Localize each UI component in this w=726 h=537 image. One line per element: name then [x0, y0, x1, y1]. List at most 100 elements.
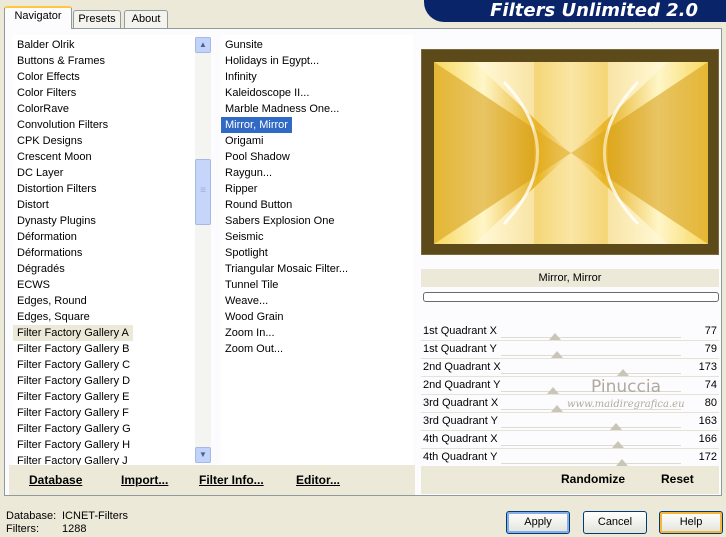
database-button[interactable]: Database [29, 473, 82, 487]
import-button[interactable]: Import... [121, 473, 168, 487]
parameter-slider-thumb[interactable] [550, 405, 563, 412]
parameter-value: 74 [704, 379, 717, 391]
parameter-row[interactable]: 2nd Quadrant X 173 [421, 359, 719, 377]
editor-button[interactable]: Editor... [296, 473, 340, 487]
parameter-slider-track[interactable] [501, 427, 681, 428]
category-item[interactable]: Distortion Filters [13, 181, 100, 197]
parameter-row[interactable]: 1st Quadrant Y 79 [421, 341, 719, 359]
parameter-row[interactable]: 3rd Quadrant Y 163 [421, 413, 719, 431]
filter-item[interactable]: Sabers Explosion One [221, 213, 338, 229]
filter-item[interactable]: Marble Madness One... [221, 101, 343, 117]
parameter-label: 2nd Quadrant Y [423, 379, 501, 391]
parameter-label: 2nd Quadrant X [423, 361, 501, 373]
parameter-label: 1st Quadrant X [423, 325, 497, 337]
parameter-slider-thumb[interactable] [547, 387, 560, 394]
category-item[interactable]: Filter Factory Gallery G [13, 421, 135, 437]
parameter-slider-thumb[interactable] [549, 333, 561, 340]
navigator-panel: Balder Olrik Buttons & Frames Color Effect… [4, 28, 722, 496]
apply-button[interactable]: Apply [506, 511, 570, 534]
category-item[interactable]: Filter Factory Gallery F [13, 405, 133, 421]
filter-item[interactable]: Zoom In... [221, 325, 279, 341]
filter-item[interactable]: Gunsite [221, 37, 267, 53]
filter-item[interactable]: Tunnel Tile [221, 277, 282, 293]
parameter-label: 1st Quadrant Y [423, 343, 497, 355]
category-item[interactable]: Filter Factory Gallery H [13, 437, 134, 453]
scroll-down-icon[interactable]: ▼ [195, 447, 211, 463]
watermark-name: Pinuccia [591, 377, 661, 397]
category-item[interactable]: Distort [13, 197, 53, 213]
category-item[interactable]: CPK Designs [13, 133, 86, 149]
parameter-slider-track[interactable] [501, 337, 681, 338]
category-item[interactable]: Crescent Moon [13, 149, 96, 165]
category-item[interactable]: Dégradés [13, 261, 69, 277]
filter-item[interactable]: Ripper [221, 181, 261, 197]
filter-item[interactable]: Triangular Mosaic Filter... [221, 261, 352, 277]
parameter-value: 173 [698, 361, 717, 373]
category-item[interactable]: Dynasty Plugins [13, 213, 100, 229]
filter-item[interactable]: Wood Grain [221, 309, 288, 325]
parameter-slider-thumb[interactable] [617, 369, 630, 376]
category-item[interactable]: Déformations [13, 245, 86, 261]
filter-item[interactable]: Mirror, Mirror [221, 117, 292, 133]
category-item[interactable]: Convolution Filters [13, 117, 112, 133]
category-item[interactable]: Edges, Square [13, 309, 94, 325]
category-item[interactable]: Filter Factory Gallery D [13, 373, 134, 389]
category-item[interactable]: Filter Factory Gallery C [13, 357, 134, 373]
parameter-value: 163 [698, 415, 717, 427]
parameter-slider-thumb[interactable] [610, 423, 623, 430]
category-item[interactable]: Filter Factory Gallery A [13, 325, 133, 341]
parameter-slider-track[interactable] [501, 463, 681, 464]
category-item[interactable]: Buttons & Frames [13, 53, 109, 69]
filter-item[interactable]: Infinity [221, 69, 261, 85]
help-button[interactable]: Help [659, 511, 723, 534]
filter-item[interactable]: Kaleidoscope II... [221, 85, 313, 101]
category-item[interactable]: Edges, Round [13, 293, 91, 309]
reset-button[interactable]: Reset [661, 472, 694, 486]
filter-item[interactable]: Origami [221, 133, 268, 149]
parameter-row[interactable]: 1st Quadrant X 77 [421, 323, 719, 341]
category-list[interactable]: Balder Olrik Buttons & Frames Color Effect… [13, 35, 195, 467]
category-item[interactable]: ECWS [13, 277, 54, 293]
app-title-banner: Filters Unlimited 2.0 [424, 0, 726, 22]
parameter-slider-track[interactable] [501, 373, 681, 374]
category-item[interactable]: Balder Olrik [13, 37, 78, 53]
filter-item[interactable]: Round Button [221, 197, 296, 213]
category-item[interactable]: Filter Factory Gallery B [13, 341, 133, 357]
category-scrollbar[interactable]: ▲ ≡ ▼ [195, 37, 211, 463]
parameter-row[interactable]: 4th Quadrant Y 172 [421, 449, 719, 467]
tab-navigator[interactable]: Navigator [4, 6, 72, 29]
parameter-value: 172 [698, 451, 717, 463]
parameter-label: 3rd Quadrant Y [423, 415, 499, 427]
category-item[interactable]: Filter Factory Gallery E [13, 389, 133, 405]
filter-item[interactable]: Holidays in Egypt... [221, 53, 323, 69]
filter-item[interactable]: Seismic [221, 229, 268, 245]
cancel-button[interactable]: Cancel [583, 511, 647, 534]
parameter-slider-thumb[interactable] [550, 351, 563, 358]
filter-item[interactable]: Zoom Out... [221, 341, 287, 357]
category-item[interactable]: Déformation [13, 229, 81, 245]
filter-item[interactable]: Pool Shadow [221, 149, 294, 165]
category-item[interactable]: Color Filters [13, 85, 80, 101]
scroll-thumb[interactable]: ≡ [195, 159, 211, 225]
parameter-row[interactable]: 4th Quadrant X 166 [421, 431, 719, 449]
filters-count-value: 1288 [62, 523, 87, 535]
category-item[interactable]: Color Effects [13, 69, 84, 85]
scroll-up-icon[interactable]: ▲ [195, 37, 211, 53]
category-item[interactable]: ColorRave [13, 101, 73, 117]
tab-presets[interactable]: Presets [73, 10, 121, 28]
filter-list[interactable]: Gunsite Holidays in Egypt... Infinity Kalei… [221, 35, 413, 465]
status-area: Database: ICNET-Filters Filters: 1288 [6, 510, 128, 536]
parameter-row[interactable]: 2nd Quadrant Y 74 [421, 377, 719, 395]
parameter-slider-track[interactable] [501, 445, 681, 446]
parameter-slider-thumb[interactable] [615, 459, 628, 466]
randomize-button[interactable]: Randomize [561, 472, 625, 486]
filter-item[interactable]: Weave... [221, 293, 272, 309]
tab-about[interactable]: About [124, 10, 168, 28]
filter-info-button[interactable]: Filter Info... [199, 473, 264, 487]
parameter-value: 166 [698, 433, 717, 445]
parameter-slider-thumb[interactable] [612, 441, 624, 448]
filter-item[interactable]: Raygun... [221, 165, 276, 181]
category-item[interactable]: DC Layer [13, 165, 67, 181]
filter-item[interactable]: Spotlight [221, 245, 272, 261]
parameter-slider-track[interactable] [501, 355, 681, 356]
